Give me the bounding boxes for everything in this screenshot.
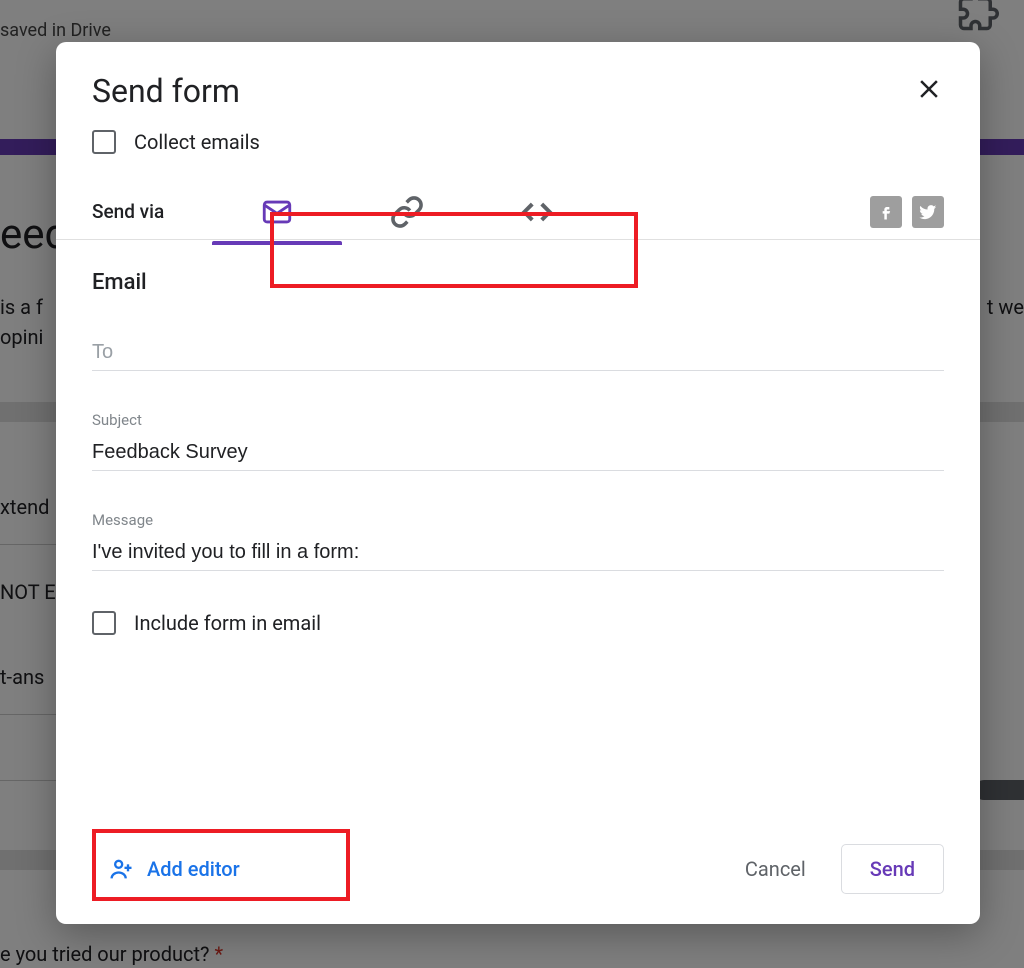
share-facebook[interactable] — [870, 196, 902, 228]
tab-embed[interactable] — [472, 179, 602, 245]
include-form-checkbox[interactable] — [92, 611, 116, 635]
message-label: Message — [92, 511, 944, 529]
collect-emails-label: Collect emails — [134, 130, 260, 154]
email-icon — [260, 195, 294, 229]
facebook-icon — [876, 202, 896, 222]
person-add-icon — [107, 855, 135, 883]
add-editor-label: Add editor — [147, 857, 240, 881]
tab-email[interactable] — [212, 179, 342, 245]
add-editor-button[interactable]: Add editor — [92, 847, 260, 891]
to-input[interactable] — [92, 335, 944, 371]
link-icon — [390, 195, 424, 229]
send-button[interactable]: Send — [841, 844, 944, 894]
subject-label: Subject — [92, 411, 944, 429]
cancel-button[interactable]: Cancel — [725, 847, 826, 891]
close-button[interactable] — [914, 74, 944, 108]
include-form-label: Include form in email — [134, 611, 321, 635]
send-via-label: Send via — [92, 200, 212, 223]
close-icon — [914, 74, 944, 104]
tab-link[interactable] — [342, 179, 472, 245]
message-input[interactable] — [92, 535, 944, 571]
subject-input[interactable] — [92, 435, 944, 471]
share-twitter[interactable] — [912, 196, 944, 228]
dialog-title: Send form — [92, 72, 240, 110]
collect-emails-checkbox[interactable] — [92, 130, 116, 154]
twitter-icon — [918, 202, 938, 222]
embed-icon — [518, 193, 556, 231]
send-form-dialog: Send form Collect emails Send via — [56, 42, 980, 924]
email-section-title: Email — [92, 270, 944, 295]
